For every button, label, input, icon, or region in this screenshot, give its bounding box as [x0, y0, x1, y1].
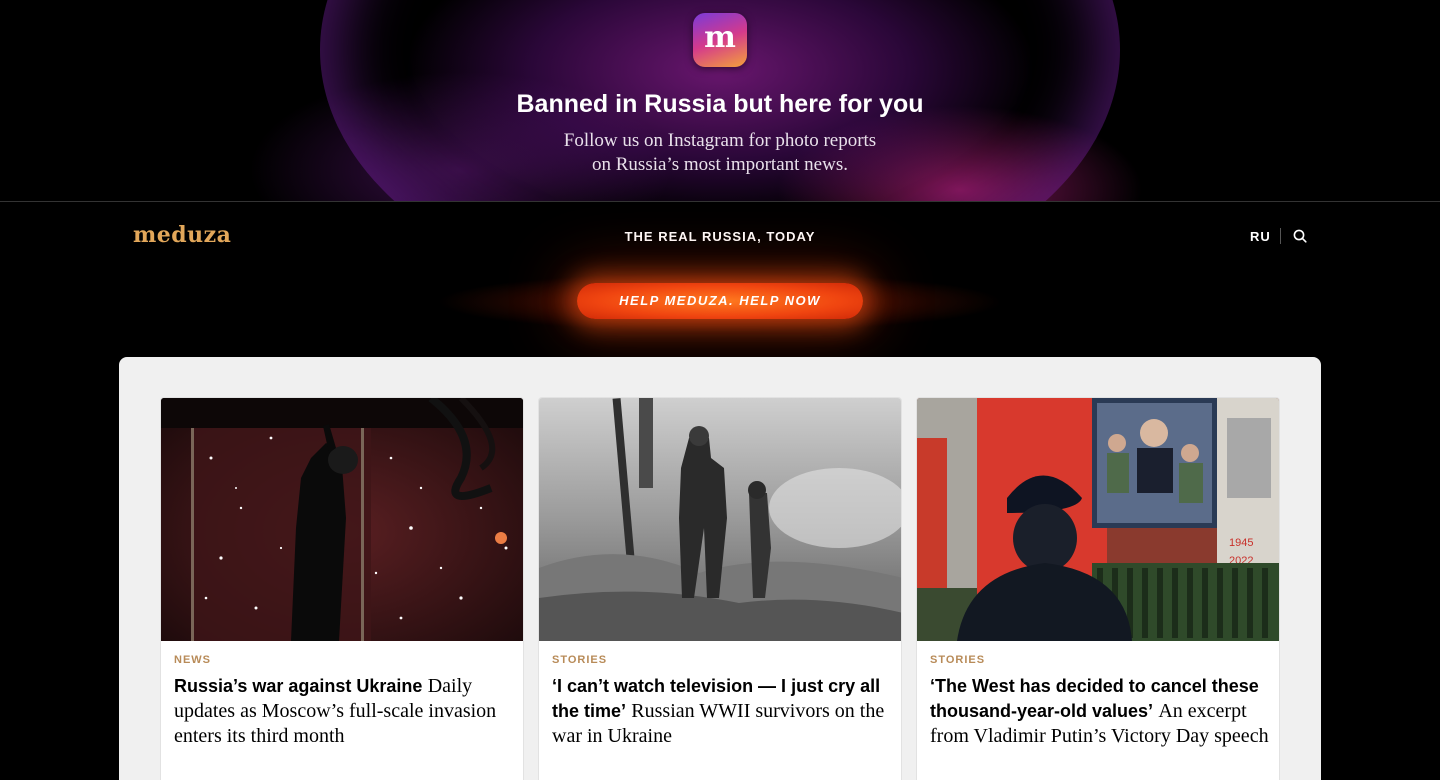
card-image-victory-day[interactable]: 1945 2022: [917, 398, 1280, 641]
header-divider: [1280, 228, 1281, 244]
tagline[interactable]: THE REAL RUSSIA, TODAY: [625, 229, 816, 244]
card-image-wwii-survivors[interactable]: [539, 398, 902, 641]
promo-subtitle-line-1: Follow us on Instagram for photo reports: [563, 130, 877, 151]
headline-bold: Russia’s war against Ukraine: [174, 676, 423, 696]
news-card[interactable]: STORIES ‘I can’t watch television — I ju…: [538, 397, 902, 780]
card-body: STORIES ‘I can’t watch television — I ju…: [552, 654, 892, 749]
site-header: meduza THE REAL RUSSIA, TODAY RU HELP ME…: [0, 201, 1440, 357]
card-headline[interactable]: ‘I can’t watch television — I just cry a…: [552, 674, 892, 749]
language-switch-ru[interactable]: RU: [1250, 229, 1271, 244]
meduza-logo[interactable]: meduza: [133, 222, 231, 248]
card-body: STORIES ‘The West has decided to cancel …: [930, 654, 1270, 749]
card-headline[interactable]: Russia’s war against Ukraine Daily updat…: [174, 674, 514, 749]
card-tag[interactable]: STORIES: [552, 654, 892, 666]
card-headline[interactable]: ‘The West has decided to cancel these th…: [930, 674, 1270, 749]
image-year-1945: 1945: [1229, 537, 1253, 549]
main-content: NEWS Russia’s war against Ukraine Daily …: [119, 357, 1321, 780]
promo-title: Banned in Russia but here for you: [516, 90, 924, 118]
app-icon-letter: m: [704, 20, 736, 55]
meduza-app-icon: m: [693, 13, 747, 67]
news-card[interactable]: 1945 2022 STORIES ‘The West has decided …: [916, 397, 1280, 780]
promo-subtitle: Follow us on Instagram for photo reports…: [0, 129, 1440, 177]
card-body: NEWS Russia’s war against Ukraine Daily …: [174, 654, 514, 749]
promo-subtitle-line-2: on Russia’s most important news.: [592, 154, 848, 175]
card-image-war-updates[interactable]: [161, 398, 524, 641]
news-card[interactable]: NEWS Russia’s war against Ukraine Daily …: [160, 397, 524, 780]
card-tag[interactable]: STORIES: [930, 654, 1270, 666]
card-tag[interactable]: NEWS: [174, 654, 514, 666]
help-meduza-button[interactable]: HELP MEDUZA. HELP NOW: [577, 283, 863, 319]
instagram-promo-banner[interactable]: m Banned in Russia but here for you Foll…: [0, 0, 1440, 201]
search-icon[interactable]: [1293, 229, 1307, 243]
